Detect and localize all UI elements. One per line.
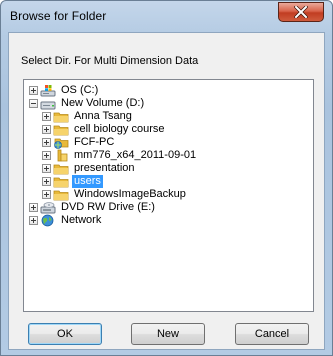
expand-icon[interactable] xyxy=(42,125,51,134)
folder-icon xyxy=(53,177,69,188)
dvd-drive-icon xyxy=(40,202,56,214)
window-title: Browse for Folder xyxy=(10,9,107,23)
folder-icon xyxy=(53,190,69,201)
folder-icon xyxy=(57,149,68,162)
expand-icon[interactable] xyxy=(29,203,38,212)
tree-item-new-volume-d[interactable]: New Volume (D:) xyxy=(29,97,146,110)
tree-item-label: DVD RW Drive (E:) xyxy=(61,201,155,213)
tree-item-label-selected: users xyxy=(72,175,103,188)
tree-item-label: FCF-PC xyxy=(74,136,115,148)
cancel-button[interactable]: Cancel xyxy=(235,323,309,345)
new-button[interactable]: New xyxy=(131,323,205,345)
tree-item-presentation[interactable]: presentation xyxy=(42,162,137,175)
folder-icon xyxy=(53,112,69,123)
folder-tree[interactable]: OS (C:) New Volume (D:) Anna Tsang cell … xyxy=(23,79,314,312)
tree-item-network[interactable]: Network xyxy=(29,214,103,227)
tree-item-label: cell biology course xyxy=(74,123,165,135)
drive-icon xyxy=(40,101,56,110)
tree-item-label: Network xyxy=(61,214,102,226)
tree-item-anna-tsang[interactable]: Anna Tsang xyxy=(42,110,134,123)
expand-icon[interactable] xyxy=(29,216,38,225)
tree-item-users[interactable]: users xyxy=(42,175,103,188)
title-bar[interactable]: Browse for Folder xyxy=(1,1,332,31)
browse-for-folder-dialog: Browse for Folder Select Dir. For Multi … xyxy=(0,0,333,356)
tree-item-mm776[interactable]: mm776_x64_2011-09-01 xyxy=(42,149,198,162)
close-button[interactable] xyxy=(278,2,324,22)
tree-item-label: presentation xyxy=(74,162,135,174)
tree-item-cell-biology-course[interactable]: cell biology course xyxy=(42,123,167,136)
expand-icon[interactable] xyxy=(42,190,51,199)
tree-item-label: New Volume (D:) xyxy=(61,97,145,109)
dialog-body: Select Dir. For Multi Dimension Data OS … xyxy=(8,32,325,350)
tree-item-dvd-rw-drive-e[interactable]: DVD RW Drive (E:) xyxy=(29,201,157,214)
ok-button[interactable]: OK xyxy=(28,323,102,345)
dialog-prompt: Select Dir. For Multi Dimension Data xyxy=(21,55,199,67)
folder-icon xyxy=(53,164,69,175)
tree-item-label: OS (C:) xyxy=(61,84,99,96)
tree-item-os-c[interactable]: OS (C:) xyxy=(29,84,100,97)
tree-item-label: WindowsImageBackup xyxy=(74,188,186,200)
expand-icon[interactable] xyxy=(42,138,51,147)
expand-icon[interactable] xyxy=(29,86,38,95)
close-icon xyxy=(294,6,308,18)
expand-icon[interactable] xyxy=(42,164,51,173)
tree-item-windows-image-backup[interactable]: WindowsImageBackup xyxy=(42,188,188,201)
expand-icon[interactable] xyxy=(42,151,51,160)
network-icon xyxy=(41,214,54,227)
drive-icon xyxy=(40,85,56,97)
folder-icon xyxy=(53,125,69,136)
expand-icon[interactable] xyxy=(42,177,51,186)
network-folder-icon xyxy=(54,138,69,149)
tree-item-label: mm776_x64_2011-09-01 xyxy=(74,149,197,161)
expand-icon[interactable] xyxy=(42,112,51,121)
tree-item-fcf-pc[interactable]: FCF-PC xyxy=(42,136,116,149)
collapse-icon[interactable] xyxy=(29,99,38,108)
tree-item-label: Anna Tsang xyxy=(74,110,132,122)
